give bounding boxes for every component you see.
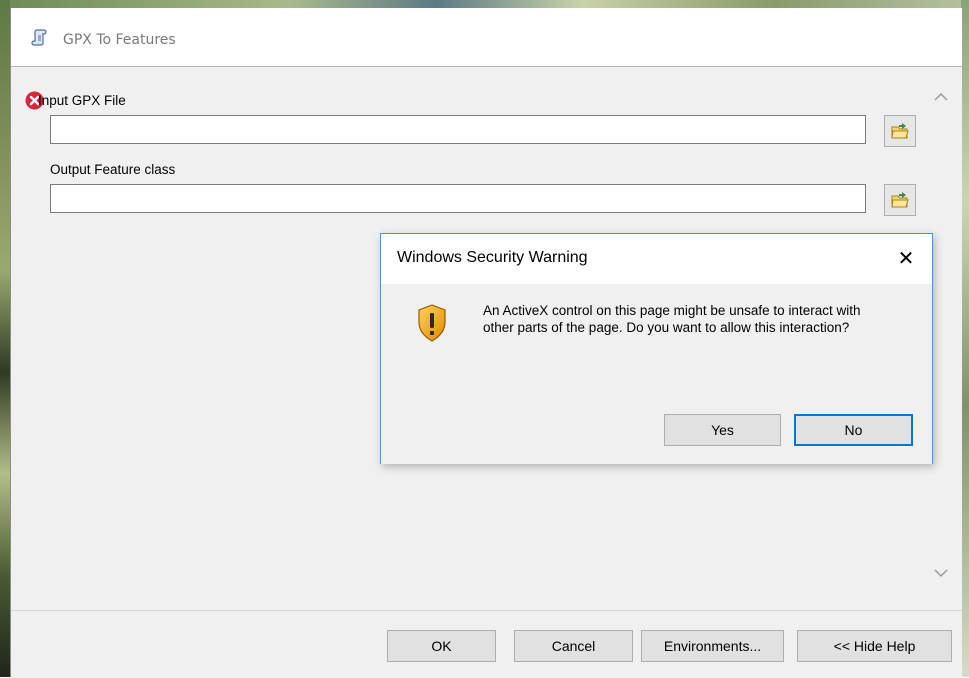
shield-warning-icon xyxy=(418,304,446,342)
ok-button[interactable]: OK xyxy=(387,630,496,662)
desktop-background-left xyxy=(0,0,10,677)
window-title: GPX To Features xyxy=(63,32,176,48)
output-feature-class-field[interactable] xyxy=(50,184,866,213)
browse-input-button[interactable] xyxy=(884,115,916,147)
scroll-down-arrow-icon[interactable] xyxy=(932,566,950,580)
input-gpx-file-label: Input GPX File xyxy=(38,93,126,108)
cancel-button[interactable]: Cancel xyxy=(514,630,633,662)
tool-titlebar[interactable]: GPX To Features xyxy=(11,8,962,64)
security-warning-dialog: Windows Security Warning ✕ An ActiveX co… xyxy=(380,233,933,464)
input-gpx-file-field[interactable] xyxy=(50,115,866,144)
scroll-up-arrow-icon[interactable] xyxy=(932,90,950,104)
open-folder-icon xyxy=(891,123,909,139)
open-folder-icon xyxy=(891,192,909,208)
browse-output-button[interactable] xyxy=(884,184,916,216)
dialog-body: An ActiveX control on this page might be… xyxy=(381,284,932,464)
tool-footer: OK Cancel Environments... << Hide Help xyxy=(11,610,962,678)
dialog-message: An ActiveX control on this page might be… xyxy=(483,303,861,335)
environments-button[interactable]: Environments... xyxy=(641,630,784,662)
no-button[interactable]: No xyxy=(794,414,913,446)
close-icon[interactable]: ✕ xyxy=(891,244,921,274)
hide-help-button[interactable]: << Hide Help xyxy=(797,630,952,662)
script-tool-icon xyxy=(31,29,47,46)
dialog-title: Windows Security Warning xyxy=(397,249,588,266)
desktop-background-right xyxy=(961,0,969,677)
dialog-titlebar[interactable]: Windows Security Warning ✕ xyxy=(381,234,932,284)
yes-button[interactable]: Yes xyxy=(664,414,781,446)
output-feature-class-label: Output Feature class xyxy=(50,162,176,177)
desktop-background-top xyxy=(0,0,969,8)
